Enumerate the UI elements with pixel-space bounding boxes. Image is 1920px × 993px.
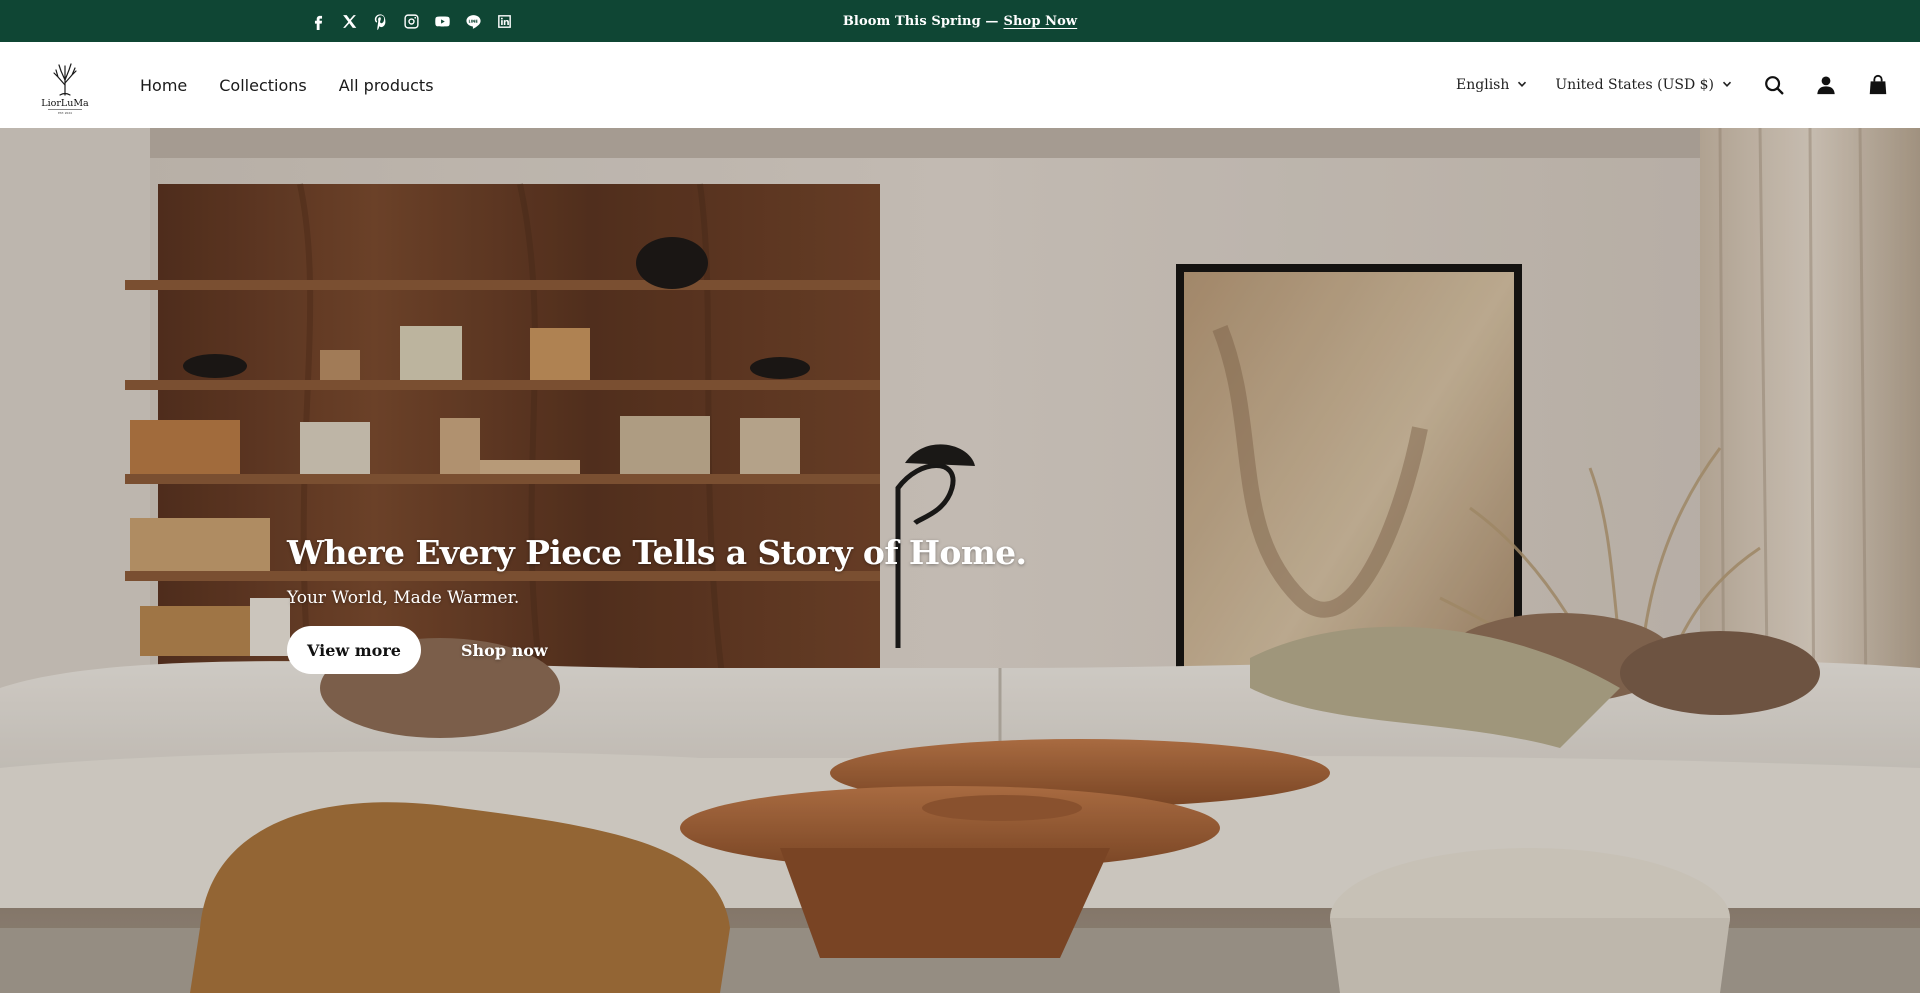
hero-subtitle: Your World, Made Warmer. [287, 588, 520, 608]
currency-selector[interactable]: United States (USD $) [1555, 77, 1732, 93]
currency-value: United States (USD $) [1555, 77, 1714, 93]
hero-content: Where Every Piece Tells a Story of Home.… [287, 533, 1027, 674]
language-value: English [1456, 77, 1510, 93]
shop-now-link[interactable]: Shop Now [1004, 14, 1078, 29]
announcement-text: Bloom This Spring — [842, 13, 999, 29]
header-actions: English United States (USD $) [1456, 42, 1890, 128]
hero-buttons: View more Shop now [287, 626, 1026, 674]
search-icon[interactable] [1762, 73, 1786, 97]
hero-banner: Where Every Piece Tells a Story of Home.… [0, 128, 1920, 993]
site-header: LiorLuMa EST. 2024 Home Collections All … [0, 42, 1920, 129]
chevron-down-icon [1722, 77, 1732, 93]
hero-title: Where Every Piece Tells a Story of Home. [287, 533, 1027, 572]
announcement-message: Bloom This Spring — Shop Now [0, 0, 1920, 42]
nav-home[interactable]: Home [140, 76, 187, 95]
logo-text: LiorLuMa [41, 98, 89, 109]
announcement-bar: Bloom This Spring — Shop Now [0, 0, 1920, 42]
shop-now-button[interactable]: Shop now [455, 640, 554, 661]
chevron-down-icon [1517, 77, 1527, 93]
logo-tagline: EST. 2024 [58, 111, 72, 115]
account-icon[interactable] [1814, 73, 1838, 97]
main-nav: Home Collections All products [140, 42, 434, 128]
language-selector[interactable]: English [1456, 77, 1527, 93]
view-more-button[interactable]: View more [287, 626, 421, 674]
cart-icon[interactable] [1866, 73, 1890, 97]
store-logo[interactable]: LiorLuMa EST. 2024 [36, 49, 94, 121]
nav-all-products[interactable]: All products [339, 76, 434, 95]
nav-collections[interactable]: Collections [219, 76, 306, 95]
